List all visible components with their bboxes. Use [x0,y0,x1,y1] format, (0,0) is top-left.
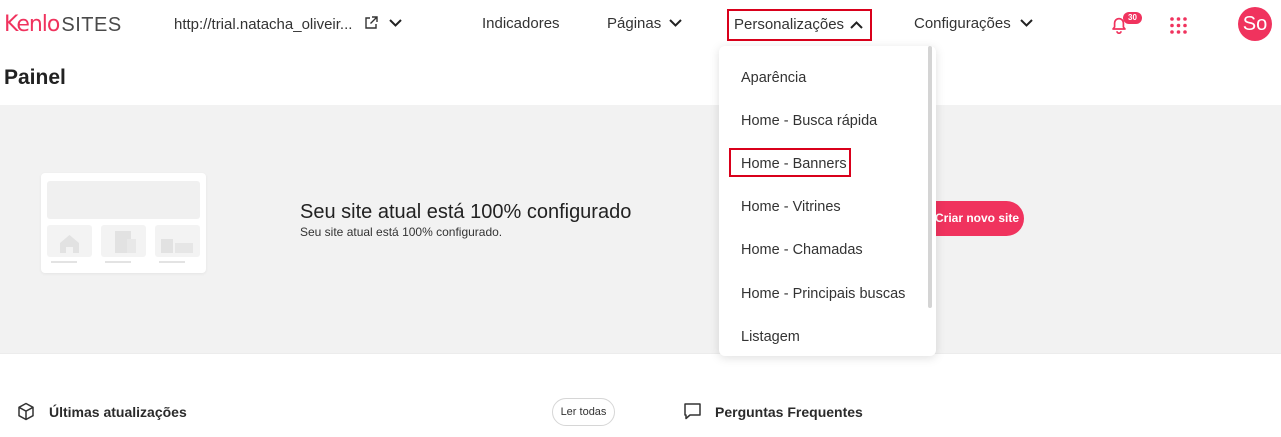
hero-subtitle: Seu site atual está 100% configurado. [300,225,503,239]
chevron-down-icon[interactable] [388,18,403,28]
kenlo-sites-logo[interactable]: Kenlo SITES [4,12,122,37]
status-hero: Seu site atual está 100% configurado Seu… [0,105,1281,353]
chat-icon [684,403,701,420]
nav-configuracoes[interactable]: Configurações [914,15,1011,32]
apps-grid-icon[interactable] [1170,17,1187,34]
menu-item-home-chamadas[interactable]: Home - Chamadas [741,242,863,258]
logo-product: SITES [61,14,122,36]
menu-item-home-vitrines[interactable]: Home - Vitrines [741,199,841,215]
house-icon [60,235,79,253]
page-title: Painel [4,66,66,89]
menu-item-home-banners[interactable]: Home - Banners [741,156,847,172]
notification-badge: 30 [1123,12,1142,24]
dropdown-scrollbar[interactable] [928,46,932,308]
illustration-tile [155,225,200,257]
top-bar: Kenlo SITES http://trial.natacha_oliveir… [0,0,1281,52]
site-illustration [41,173,206,273]
personalizacoes-dropdown: Aparência Home - Busca rápida Home - Ban… [719,46,936,356]
menu-item-home-busca-rapida[interactable]: Home - Busca rápida [741,113,877,129]
store-icon [161,239,193,253]
illustration-tile [47,225,92,257]
site-url[interactable]: http://trial.natacha_oliveir... [174,16,352,33]
illustration-line [51,261,77,263]
external-link-icon[interactable] [364,16,378,30]
nav-paginas[interactable]: Páginas [607,15,661,32]
chevron-down-icon[interactable] [1019,18,1034,28]
bottom-section: Últimas atualizações Ler todas Perguntas… [0,353,1281,437]
nav-personalizacoes[interactable]: Personalizações [727,9,872,41]
illustration-line [105,261,131,263]
menu-item-aparencia[interactable]: Aparência [741,70,806,86]
cube-icon [18,402,34,421]
chevron-up-icon [850,21,863,29]
nav-indicadores[interactable]: Indicadores [482,15,560,32]
hero-title: Seu site atual está 100% configurado [300,201,632,223]
user-avatar[interactable]: So [1238,7,1272,41]
updates-title: Últimas atualizações [49,404,187,420]
logo-brand: Kenlo [4,12,60,37]
faq-title: Perguntas Frequentes [715,404,863,420]
menu-item-home-principais-buscas[interactable]: Home - Principais buscas [741,286,905,302]
nav-personalizacoes-label: Personalizações [734,16,845,33]
illustration-tile [101,225,146,257]
read-all-button[interactable]: Ler todas [552,398,615,426]
illustration-line [159,261,185,263]
building-icon [115,231,136,253]
chevron-down-icon[interactable] [668,18,683,28]
illustration-banner [47,181,200,219]
menu-item-listagem[interactable]: Listagem [741,329,800,345]
